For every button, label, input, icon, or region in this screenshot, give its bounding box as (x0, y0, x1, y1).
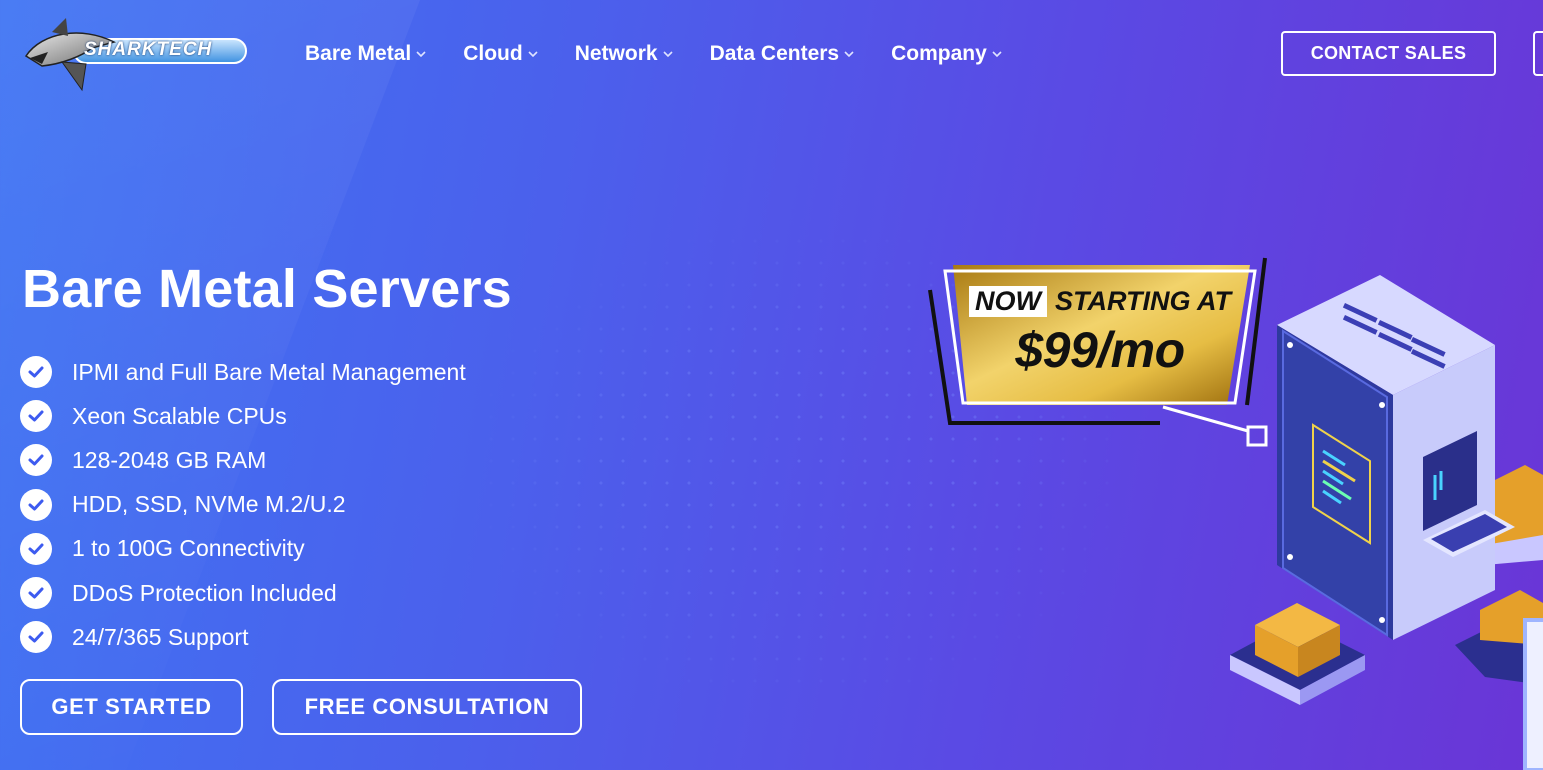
badge-now: NOW (969, 286, 1047, 317)
feature-label: Xeon Scalable CPUs (72, 402, 287, 429)
nav-network[interactable]: Network (575, 42, 674, 66)
nav-label: Data Centers (709, 42, 840, 65)
nav-label: Bare Metal (305, 42, 412, 65)
chevron-down-icon (662, 51, 673, 58)
feature-label: 24/7/365 Support (72, 623, 249, 650)
chevron-down-icon (844, 51, 854, 58)
feature-list: IPMI and Full Bare Metal Management Xeon… (20, 350, 466, 659)
nav-cloud[interactable]: Cloud (463, 42, 538, 66)
secondary-header-button[interactable] (1533, 31, 1543, 76)
server-illustration (1230, 275, 1543, 770)
feature-item: 24/7/365 Support (20, 615, 466, 659)
check-icon (20, 444, 52, 477)
chevron-down-icon (416, 51, 426, 58)
free-consultation-button[interactable]: FREE CONSULTATION (272, 679, 582, 735)
check-icon (20, 621, 52, 654)
chevron-down-icon (992, 51, 1002, 58)
chevron-down-icon (528, 51, 538, 58)
feature-label: IPMI and Full Bare Metal Management (72, 358, 466, 385)
check-icon (20, 400, 52, 433)
nav-label: Company (891, 42, 987, 65)
feature-item: 128-2048 GB RAM (20, 438, 466, 482)
cube-left (1230, 603, 1365, 705)
check-icon (20, 532, 52, 565)
nav-data-centers[interactable]: Data Centers (710, 42, 856, 66)
get-started-button[interactable]: GET STARTED (20, 679, 243, 735)
main-nav: Bare Metal Cloud Network Data Centers Co… (305, 42, 1039, 66)
feature-label: DDoS Protection Included (72, 579, 337, 606)
feature-item: HDD, SSD, NVMe M.2/U.2 (20, 483, 466, 527)
nav-label: Network (574, 42, 658, 65)
nav-bare-metal[interactable]: Bare Metal (305, 42, 427, 66)
check-icon (20, 488, 52, 521)
feature-label: 128-2048 GB RAM (72, 446, 267, 473)
contact-sales-button[interactable]: CONTACT SALES (1281, 31, 1496, 76)
nav-label: Cloud (463, 42, 523, 65)
feature-label: HDD, SSD, NVMe M.2/U.2 (72, 491, 346, 518)
feature-item: DDoS Protection Included (20, 571, 466, 615)
logo-text: SHARKTECH (84, 39, 213, 60)
check-icon (20, 356, 52, 389)
nav-company[interactable]: Company (891, 42, 1003, 66)
feature-item: Xeon Scalable CPUs (20, 394, 466, 438)
feature-item: IPMI and Full Bare Metal Management (20, 350, 466, 394)
feature-label: 1 to 100G Connectivity (72, 535, 305, 562)
check-icon (20, 577, 52, 610)
page-title: Bare Metal Servers (22, 259, 512, 319)
feature-item: 1 to 100G Connectivity (20, 527, 466, 571)
